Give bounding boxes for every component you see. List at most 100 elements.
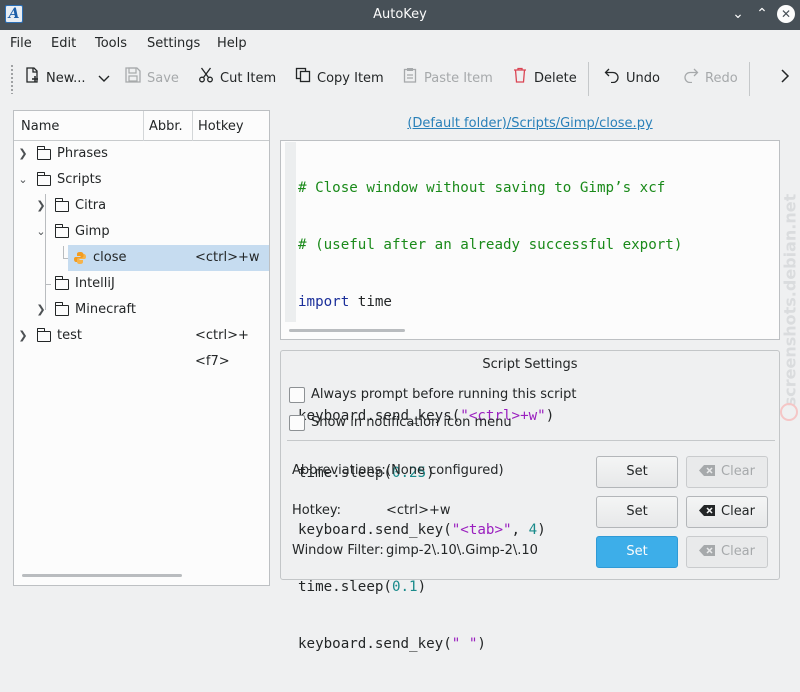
tree-item-label: close	[93, 250, 127, 265]
backspace-icon	[699, 505, 715, 516]
delete-button[interactable]: Delete	[511, 66, 577, 92]
close-window-icon[interactable]: ✕	[777, 5, 795, 23]
tree-row-citra[interactable]: ❯ Citra	[14, 193, 269, 219]
column-divider[interactable]	[143, 111, 144, 141]
toolbar-grip[interactable]	[10, 64, 14, 94]
tree-row-intellij[interactable]: IntelliJ	[14, 271, 269, 297]
column-divider[interactable]	[192, 111, 193, 141]
clear-label: Clear	[721, 464, 755, 479]
new-document-icon	[23, 66, 41, 92]
script-settings-title: Script Settings	[482, 357, 578, 372]
tree-row-minecraft[interactable]: ❯ Minecraft	[14, 297, 269, 323]
abbreviations-set-button[interactable]: Set	[596, 456, 678, 488]
copy-icon	[294, 66, 312, 92]
paste-item-label: Paste Item	[424, 71, 493, 86]
undo-label: Undo	[626, 71, 660, 86]
chevron-down-icon[interactable]: ⌄	[17, 167, 29, 193]
tree-row-scripts[interactable]: ⌄ Scripts	[14, 167, 269, 193]
window-filter-clear-button[interactable]: Clear	[686, 536, 768, 568]
tree-header: Name Abbr. Hotkey	[14, 111, 269, 141]
toolbar-overflow-button[interactable]	[776, 66, 799, 92]
trash-icon	[511, 66, 529, 92]
menu-tools[interactable]: Tools	[95, 30, 127, 58]
folder-icon	[54, 276, 69, 290]
redo-icon	[682, 66, 700, 92]
toolbar-separator	[749, 62, 750, 96]
tree-row-close[interactable]: close <ctrl>+w	[68, 245, 269, 271]
save-icon	[124, 66, 142, 92]
code-editor[interactable]: # Close window without saving to Gimp’s …	[280, 140, 780, 652]
clear-label: Clear	[721, 544, 755, 559]
checkbox-box[interactable]	[289, 415, 305, 431]
folder-icon	[36, 328, 51, 342]
code-text-span: )	[477, 636, 486, 652]
python-script-icon	[73, 251, 87, 265]
window-title: AutoKey	[373, 7, 427, 22]
chevron-right-icon[interactable]: ❯	[17, 141, 29, 167]
tree-item-label: Scripts	[57, 172, 102, 187]
tree-item-label: Citra	[75, 198, 107, 213]
chevron-down-icon[interactable]: ⌄	[35, 219, 47, 245]
tree-row-test[interactable]: ❯ test <ctrl>+<f7>	[14, 323, 269, 369]
tree-item-label: test	[57, 328, 82, 343]
menu-file[interactable]: File	[10, 30, 32, 58]
tree-horizontal-scrollbar[interactable]	[22, 574, 182, 577]
code-text-span: time.sleep(	[298, 579, 392, 595]
editor-horizontal-scrollbar[interactable]	[289, 329, 405, 332]
watermark-logo-icon	[780, 403, 798, 421]
show-notification-checkbox[interactable]: Show in notification icon menu	[289, 414, 512, 432]
code-keyword: import	[298, 294, 350, 310]
folder-tree[interactable]: Name Abbr. Hotkey ❯ Phrases ⌄ Scripts ❯ …	[13, 110, 270, 586]
save-button[interactable]: Save	[124, 66, 179, 92]
hotkey-set-button[interactable]: Set	[596, 496, 678, 528]
minimize-icon[interactable]: ⌄	[728, 4, 748, 24]
chevron-right-icon[interactable]: ❯	[35, 193, 47, 219]
menu-help[interactable]: Help	[217, 30, 247, 58]
backspace-icon	[699, 465, 715, 476]
chevron-right-icon[interactable]: ❯	[17, 323, 29, 349]
settings-divider	[287, 440, 775, 441]
chevron-down-icon	[95, 66, 113, 92]
copy-item-label: Copy Item	[317, 71, 384, 86]
redo-button[interactable]: Redo	[682, 66, 738, 92]
new-button[interactable]: New...	[23, 66, 86, 92]
window-filter-set-button[interactable]: Set	[596, 536, 678, 568]
abbreviations-clear-button[interactable]: Clear	[686, 456, 768, 488]
hotkey-label: Hotkey:	[292, 503, 342, 518]
title-bar: A AutoKey ⌄ ⌃ ✕	[0, 0, 800, 30]
tree-item-label: IntelliJ	[75, 276, 115, 291]
maximize-icon[interactable]: ⌃	[752, 4, 772, 24]
script-settings-group: Script Settings Always prompt before run…	[280, 350, 780, 580]
hotkey-clear-button[interactable]: Clear	[686, 496, 768, 528]
column-header-abbr[interactable]: Abbr.	[149, 111, 183, 141]
always-prompt-checkbox[interactable]: Always prompt before running this script	[289, 386, 576, 404]
copy-item-button[interactable]: Copy Item	[294, 66, 384, 92]
column-header-hotkey[interactable]: Hotkey	[198, 111, 244, 141]
folder-icon	[54, 198, 69, 212]
code-text-span: keyboard.send_key(	[298, 636, 452, 652]
column-header-name[interactable]: Name	[21, 111, 59, 141]
folder-icon	[36, 146, 51, 160]
cut-item-button[interactable]: Cut Item	[197, 66, 276, 92]
folder-icon	[36, 172, 51, 186]
checkbox-box[interactable]	[289, 387, 305, 403]
toolbar-separator	[588, 62, 589, 96]
code-number: 0.1	[391, 579, 418, 595]
window-filter-value: gimp-2\.10\.Gimp-2\.10	[386, 543, 538, 558]
tree-row-phrases[interactable]: ❯ Phrases	[14, 141, 269, 167]
menu-settings[interactable]: Settings	[147, 30, 200, 58]
clipboard-icon	[401, 66, 419, 92]
paste-item-button[interactable]: Paste Item	[401, 66, 493, 92]
tree-item-label: Phrases	[57, 146, 108, 161]
folder-icon	[54, 224, 69, 238]
new-dropdown-button[interactable]	[95, 66, 118, 92]
cut-item-label: Cut Item	[220, 71, 277, 86]
menu-bar: File Edit Tools Settings Help	[0, 30, 800, 58]
scissors-icon	[197, 66, 215, 92]
tree-row-gimp[interactable]: ⌄ Gimp	[14, 219, 269, 245]
undo-button[interactable]: Undo	[603, 66, 660, 92]
menu-edit[interactable]: Edit	[51, 30, 76, 58]
script-path-link[interactable]: (Default folder)/Scripts/Gimp/close.py	[280, 116, 780, 131]
chevron-right-icon[interactable]: ❯	[35, 297, 47, 323]
new-label: New...	[46, 71, 86, 86]
